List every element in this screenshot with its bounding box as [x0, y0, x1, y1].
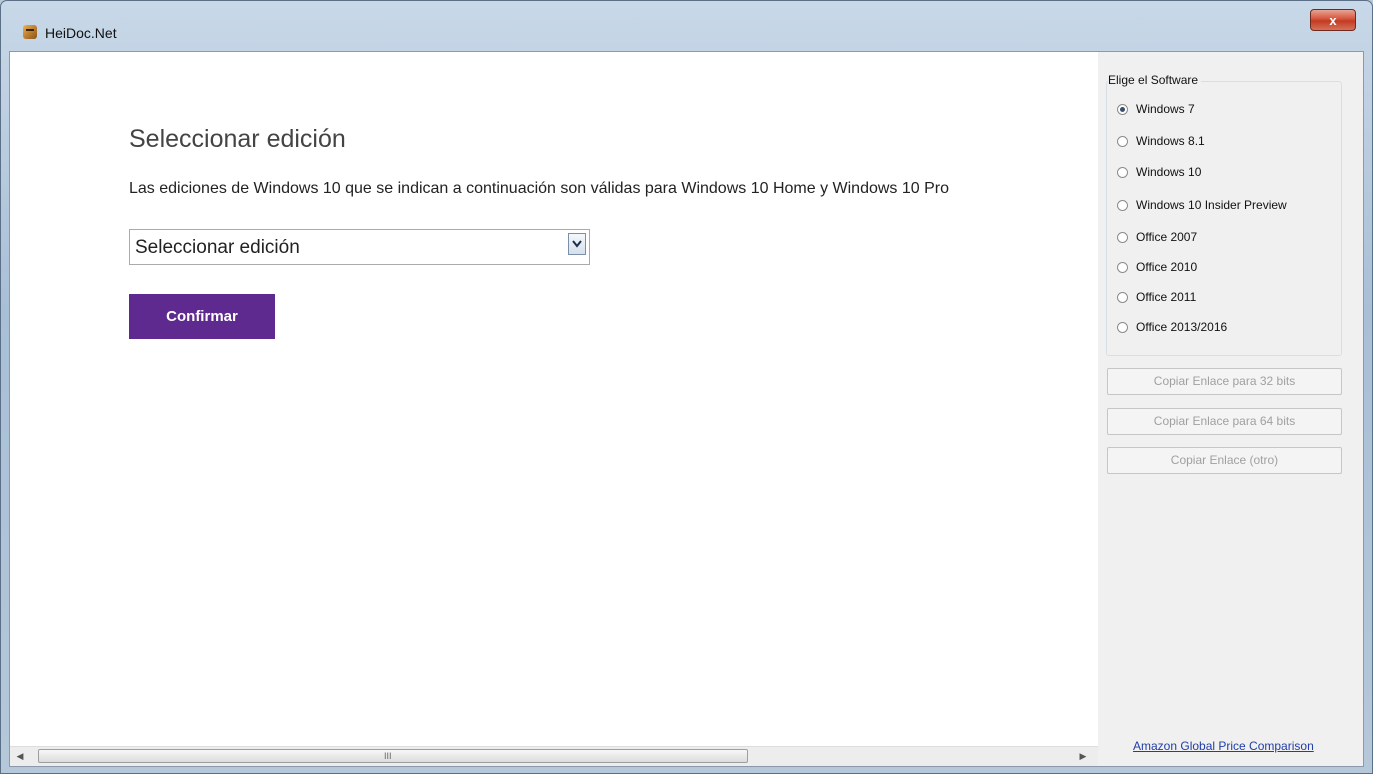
page-title: Seleccionar edición: [129, 125, 346, 153]
radio-label: Windows 10 Insider Preview: [1136, 198, 1287, 212]
edition-description: Las ediciones de Windows 10 que se indic…: [129, 180, 950, 197]
radio-windows-10-insider-preview[interactable]: Windows 10 Insider Preview: [1117, 198, 1287, 216]
copy-link-64bit-button[interactable]: Copiar Enlace para 64 bits: [1107, 408, 1342, 435]
radio-unchecked-icon[interactable]: [1117, 262, 1128, 273]
radio-windows-7[interactable]: Windows 7: [1117, 102, 1195, 120]
radio-office-2007[interactable]: Office 2007: [1117, 230, 1197, 248]
scroll-left-arrow-icon[interactable]: ◀: [10, 747, 30, 766]
radio-label: Office 2007: [1136, 230, 1198, 244]
radio-unchecked-icon[interactable]: [1117, 200, 1128, 211]
embedded-web-view: Seleccionar edición Las ediciones de Win…: [10, 52, 1098, 766]
radio-unchecked-icon[interactable]: [1117, 292, 1128, 303]
heidoc-app-icon: [23, 25, 37, 39]
radio-unchecked-icon[interactable]: [1117, 232, 1128, 243]
edition-select-value: Seleccionar edición: [135, 237, 300, 258]
radio-label: Windows 7: [1136, 102, 1195, 116]
scroll-right-arrow-icon[interactable]: ▶: [1073, 747, 1093, 766]
radio-office-2011[interactable]: Office 2011: [1117, 290, 1196, 308]
radio-office-2013-2016[interactable]: Office 2013/2016: [1117, 320, 1227, 338]
copy-link-32bit-button[interactable]: Copiar Enlace para 32 bits: [1107, 368, 1342, 395]
chevron-down-icon[interactable]: [568, 233, 586, 255]
copy-link-other-button[interactable]: Copiar Enlace (otro): [1107, 447, 1342, 474]
radio-unchecked-icon[interactable]: [1117, 167, 1128, 178]
scrollbar-thumb[interactable]: III: [38, 749, 748, 763]
confirm-button[interactable]: Confirmar: [129, 294, 275, 339]
radio-windows-8-1[interactable]: Windows 8.1: [1117, 134, 1205, 152]
app-window: HeiDoc.Net x Seleccionar edición Las edi…: [0, 0, 1373, 774]
title-bar[interactable]: HeiDoc.Net x: [1, 1, 1372, 45]
radio-checked-icon[interactable]: [1117, 104, 1128, 115]
close-button[interactable]: x: [1310, 9, 1356, 31]
scrollbar-grip: III: [384, 751, 392, 761]
radio-unchecked-icon[interactable]: [1117, 322, 1128, 333]
software-groupbox: [1106, 81, 1342, 356]
radio-label: Office 2010: [1136, 260, 1198, 274]
horizontal-scrollbar[interactable]: ◀ III ▶: [10, 746, 1098, 766]
software-side-panel: Elige el Software Windows 7 Windows 8.1 …: [1098, 52, 1363, 766]
radio-windows-10[interactable]: Windows 10: [1117, 165, 1201, 183]
amazon-price-comparison-link[interactable]: Amazon Global Price Comparison: [1133, 739, 1314, 753]
radio-label: Office 2011: [1136, 290, 1197, 304]
client-area: Seleccionar edición Las ediciones de Win…: [9, 51, 1364, 767]
radio-label: Windows 8.1: [1136, 134, 1205, 148]
radio-label: Windows 10: [1136, 165, 1202, 179]
radio-label: Office 2013/2016: [1136, 320, 1228, 334]
radio-office-2010[interactable]: Office 2010: [1117, 260, 1197, 278]
window-title: HeiDoc.Net: [45, 25, 117, 41]
edition-select[interactable]: Seleccionar edición: [129, 229, 590, 265]
radio-unchecked-icon[interactable]: [1117, 136, 1128, 147]
software-group-label: Elige el Software: [1108, 73, 1202, 87]
